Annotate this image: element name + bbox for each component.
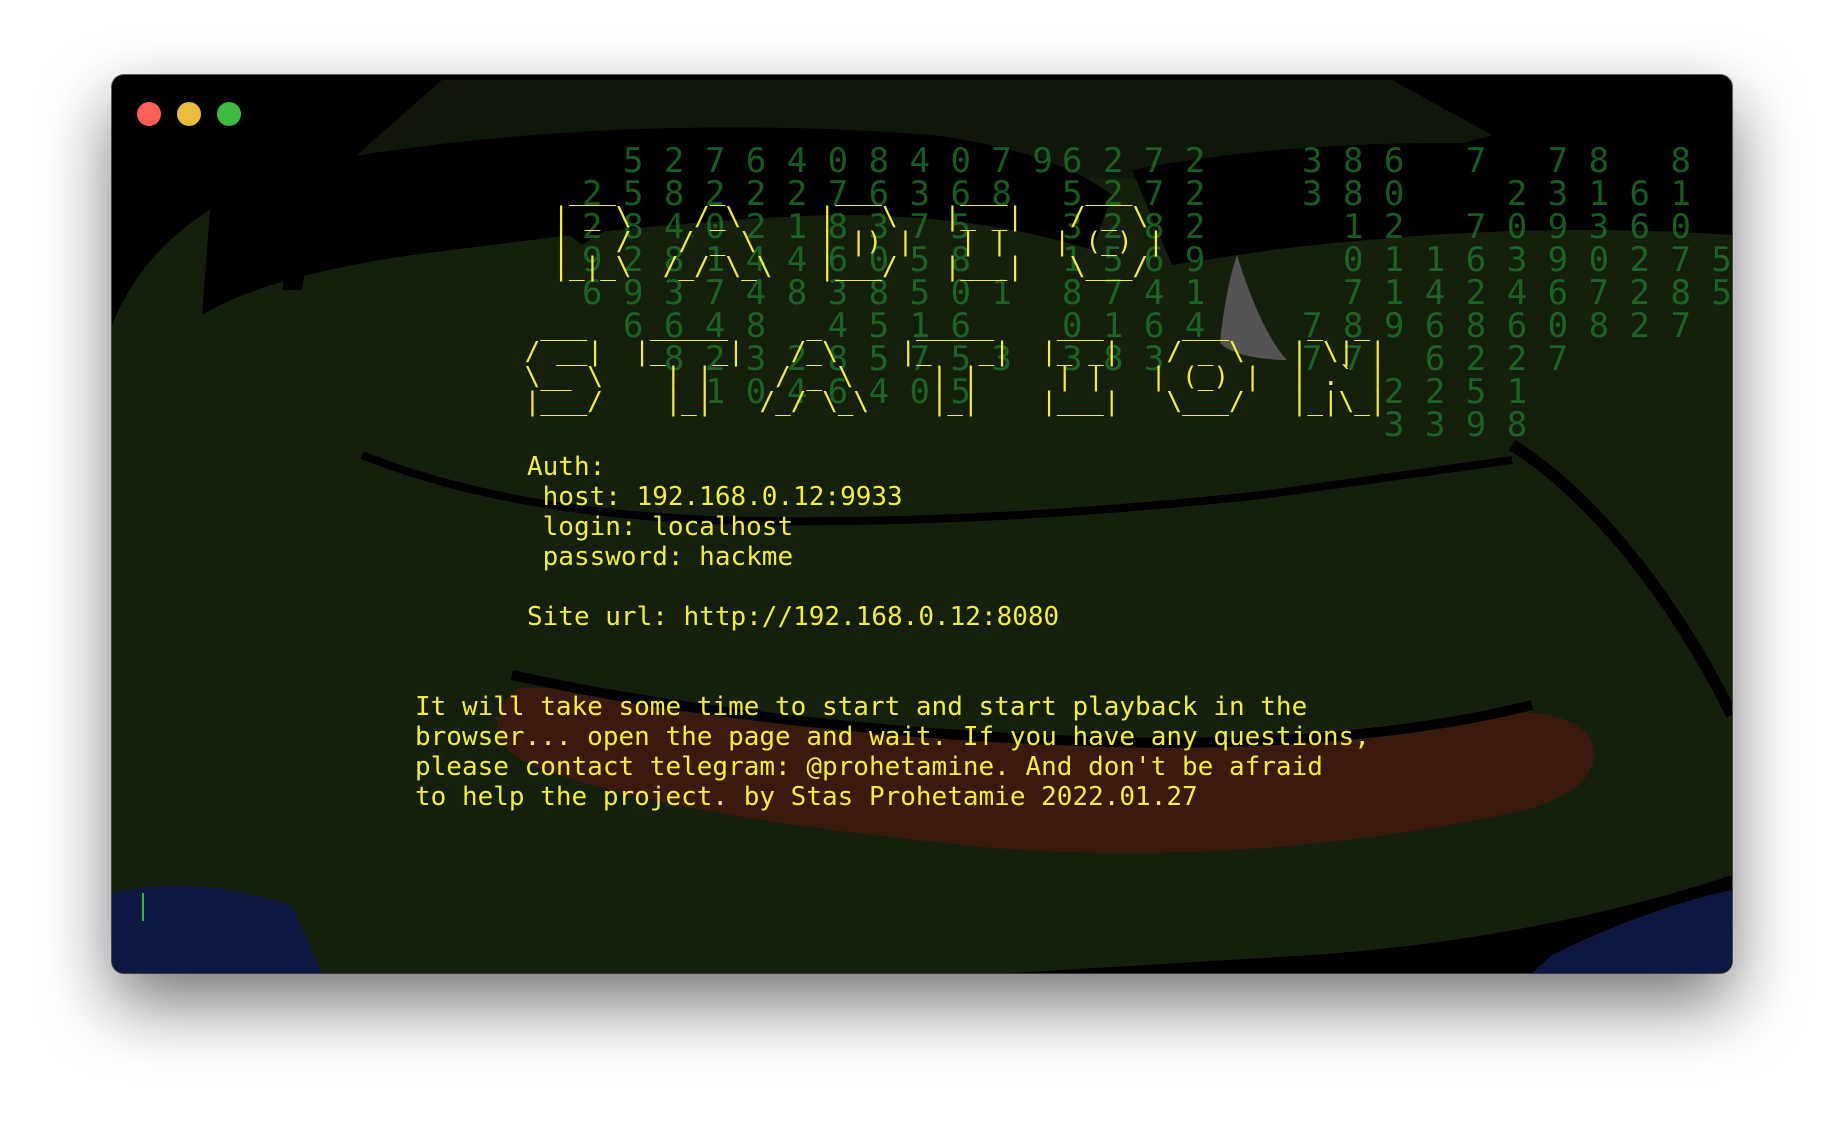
close-button[interactable]	[137, 102, 161, 126]
terminal-window: 5 2 7 6 4 0 8 4 0 7 9 2 5 8 2 2 2 7 6 3 …	[112, 75, 1732, 973]
auth-host: host: 192.168.0.12:9933	[527, 482, 903, 512]
ascii-title-radio: ___ _ ___ ___ ___ | _ \ /_\ | \ |_ _| / …	[553, 177, 1164, 282]
zoom-button[interactable]	[217, 102, 241, 126]
window-controls	[137, 102, 241, 126]
auth-password: password: hackme	[527, 542, 794, 572]
auth-heading: Auth:	[527, 452, 606, 482]
info-message-line-1: It will take some time to start and star…	[415, 692, 1308, 722]
info-message-line-3: please contact telegram: @prohetamine. A…	[415, 752, 1323, 782]
ascii-title-station: ___ _____ _ _____ ___ ___ _ _ / __| |_ _…	[524, 312, 1386, 417]
minimize-button[interactable]	[177, 102, 201, 126]
info-message-line-4: to help the project. by Stas Prohetamie …	[415, 782, 1198, 812]
info-message-line-2: browser... open the page and wait. If yo…	[415, 722, 1370, 752]
site-url: Site url: http://192.168.0.12:8080	[527, 602, 1060, 632]
terminal-output: ___ _ ___ ___ ___ | _ \ /_\ | \ |_ _| / …	[112, 75, 1732, 973]
auth-login: login: localhost	[527, 512, 794, 542]
terminal-cursor[interactable]	[142, 893, 144, 921]
